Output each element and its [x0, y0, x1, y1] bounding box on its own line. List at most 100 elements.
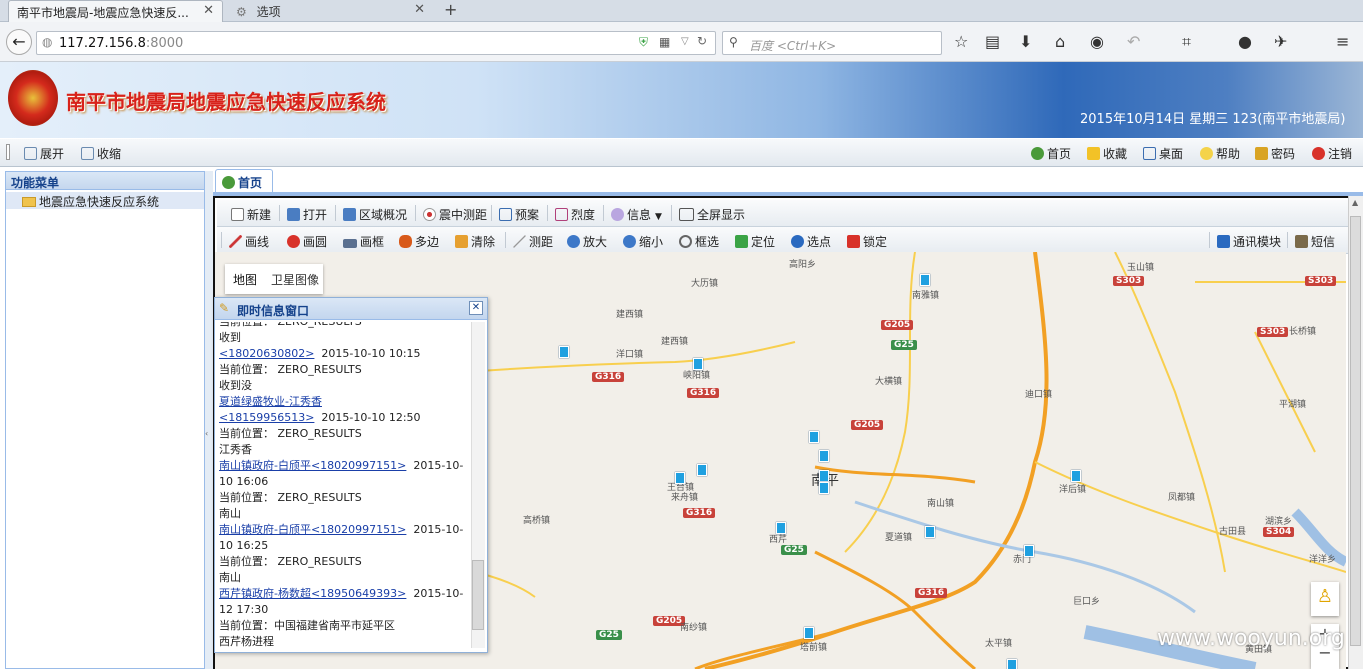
- open-label: 打开: [303, 208, 328, 222]
- map-marker[interactable]: [1024, 545, 1034, 557]
- menu-icon[interactable]: ≡: [1336, 32, 1349, 51]
- undo-icon[interactable]: ↶: [1127, 32, 1140, 51]
- bulb-icon: [1200, 147, 1213, 160]
- help-button[interactable]: 帮助: [1200, 145, 1240, 162]
- polygon-button[interactable]: 多边: [399, 233, 439, 250]
- map-marker[interactable]: [1007, 659, 1017, 669]
- favorites-button[interactable]: 收藏: [1087, 145, 1127, 162]
- map-marker[interactable]: [559, 346, 569, 358]
- chat-icon[interactable]: ◉: [1090, 32, 1104, 51]
- map-marker[interactable]: [920, 274, 930, 286]
- map-marker[interactable]: [819, 470, 829, 482]
- open-button[interactable]: 打开: [287, 206, 327, 223]
- comm-module-button[interactable]: 通讯模块: [1217, 233, 1281, 250]
- draw-line-label: 画线: [245, 235, 270, 249]
- locate-button[interactable]: 定位: [735, 233, 775, 250]
- shield-icon[interactable]: ⛨: [639, 35, 648, 50]
- collapse-button[interactable]: 收缩: [81, 145, 121, 162]
- msg-location: 当前位置： ZERO_RESULTS: [219, 363, 362, 376]
- map-type-satellite[interactable]: 卫星图像: [271, 271, 319, 288]
- dropdown-icon[interactable]: ▽: [681, 36, 689, 47]
- map-marker[interactable]: [1071, 470, 1081, 482]
- download-icon[interactable]: ⬇: [1019, 32, 1032, 51]
- draw-line-button[interactable]: 画线: [229, 233, 269, 250]
- map-place: 洋后镇: [1059, 485, 1087, 495]
- expand-button[interactable]: 展开: [24, 145, 64, 162]
- msg-clipped-text: 收到: [219, 331, 241, 344]
- new-tab-button[interactable]: +: [444, 0, 457, 19]
- msg-sender-link[interactable]: 南山镇政府-白颀平<18020997151>: [219, 459, 406, 472]
- qr-icon[interactable]: ▦: [659, 35, 670, 49]
- popup-close-button[interactable]: ✕: [469, 301, 483, 315]
- desktop-button[interactable]: 桌面: [1143, 145, 1183, 162]
- map-marker[interactable]: [675, 472, 685, 484]
- region-overview-button[interactable]: 区域概况: [343, 206, 407, 223]
- msg-sender-link[interactable]: <18159956513>: [219, 411, 314, 424]
- home-label: 首页: [1047, 147, 1072, 161]
- clear-button[interactable]: 清除: [455, 233, 495, 250]
- scroll-up-icon[interactable]: ▲: [1352, 198, 1358, 207]
- box-select-button[interactable]: 框选: [679, 233, 719, 250]
- msg-sender-name-link[interactable]: 夏道绿盛牧业-江秀香: [219, 394, 469, 410]
- close-icon[interactable]: ✕: [414, 2, 425, 17]
- tree-item-system[interactable]: 地震应急快速反应系统: [6, 192, 204, 209]
- map-marker[interactable]: [819, 482, 829, 494]
- home-button[interactable]: 首页: [1031, 145, 1071, 162]
- map-marker[interactable]: [776, 522, 786, 534]
- plan-button[interactable]: 预案: [499, 206, 539, 223]
- back-button[interactable]: ←: [6, 29, 32, 55]
- map-marker[interactable]: [697, 464, 707, 476]
- home-icon[interactable]: ⌂: [1055, 32, 1065, 51]
- street-view-pegman-icon[interactable]: ♙: [1311, 582, 1339, 616]
- extension-icon[interactable]: ✈: [1274, 32, 1287, 51]
- msg-sender-link[interactable]: <18020630802>: [219, 347, 314, 360]
- select-point-button[interactable]: 选点: [791, 233, 831, 250]
- map-place: 建西镇: [616, 310, 644, 320]
- panel-splitter[interactable]: ‹: [205, 171, 213, 669]
- lock-button[interactable]: 锁定: [847, 233, 887, 250]
- map-marker[interactable]: [925, 526, 935, 538]
- tab-home[interactable]: 首页: [215, 169, 273, 193]
- reload-icon[interactable]: ↻: [697, 34, 707, 48]
- map-marker[interactable]: [819, 450, 829, 462]
- draw-circle-button[interactable]: 画圆: [287, 233, 327, 250]
- road-shield: G25: [891, 340, 917, 350]
- map-place: 南雅镇: [912, 291, 940, 301]
- chevron-left-icon[interactable]: ‹: [205, 429, 208, 438]
- page-scrollbar-thumb[interactable]: [1350, 216, 1361, 646]
- browser-tab-active[interactable]: 南平市地震局-地震应急快速反... ✕: [8, 0, 223, 22]
- map-type-map[interactable]: 地图: [233, 271, 257, 288]
- folder-icon: [22, 197, 36, 207]
- fullscreen-button[interactable]: 全屏显示: [679, 206, 745, 223]
- zoom-out-button[interactable]: 缩小: [623, 233, 663, 250]
- zoom-in-button[interactable]: 放大: [567, 233, 607, 250]
- reading-list-icon[interactable]: ▤: [985, 32, 1000, 51]
- crop-icon[interactable]: ⌗: [1182, 32, 1191, 52]
- msg-text: 南山: [219, 507, 241, 520]
- epicenter-distance-button[interactable]: 震中测距: [423, 206, 487, 223]
- comment-icon[interactable]: ●: [1238, 32, 1252, 51]
- line-icon: [229, 235, 242, 248]
- map-marker[interactable]: [809, 431, 819, 443]
- logout-button[interactable]: 注销: [1312, 145, 1352, 162]
- bookmark-star-icon[interactable]: ☆: [954, 32, 968, 51]
- popup-scrollbar-thumb[interactable]: [472, 560, 484, 630]
- map-marker[interactable]: [693, 358, 703, 370]
- sms-button[interactable]: 短信: [1295, 233, 1335, 250]
- password-button[interactable]: 密码: [1255, 145, 1295, 162]
- map-place: 古田县: [1219, 527, 1247, 537]
- draw-box-button[interactable]: 画框: [343, 233, 384, 250]
- intensity-button[interactable]: 烈度: [555, 206, 595, 223]
- map-marker[interactable]: [804, 627, 814, 639]
- browser-tab-options[interactable]: ⚙ 选项 ✕: [228, 0, 433, 22]
- msg-sender-link[interactable]: 南山镇政府-白颀平<18020997151>: [219, 523, 406, 536]
- search-bar[interactable]: ⚲ 百度 <Ctrl+K>: [722, 31, 942, 55]
- msg-sender-link[interactable]: 西芹镇政府-杨数超<18950649393>: [219, 587, 406, 600]
- new-button[interactable]: 新建: [231, 206, 271, 223]
- url-bar[interactable]: ◍ 117.27.156.8:8000 ⛨ ▦ ▽ ↻: [36, 31, 716, 55]
- close-icon[interactable]: ✕: [203, 3, 214, 18]
- open-folder-icon: [287, 208, 300, 221]
- info-dropdown[interactable]: 信息 ▼: [611, 206, 662, 223]
- measure-button[interactable]: 测距: [513, 233, 553, 250]
- map-place: 迪口镇: [1025, 390, 1053, 400]
